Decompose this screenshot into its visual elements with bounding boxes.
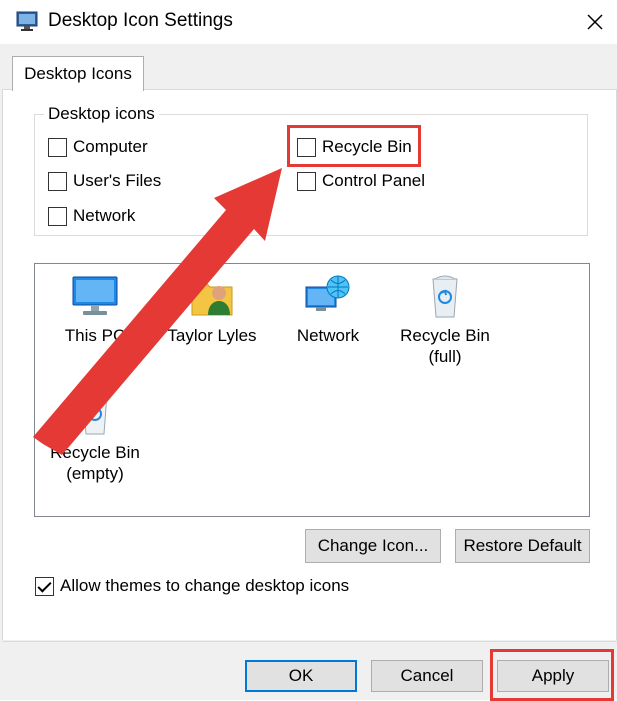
checkbox-network[interactable]: Network <box>48 206 135 226</box>
recycle-bin-highlight-box <box>287 125 421 167</box>
icon-item-network[interactable]: Network <box>273 273 383 346</box>
icon-item-recycle-bin-empty[interactable]: Recycle Bin (empty) <box>40 390 150 484</box>
close-icon <box>587 14 603 30</box>
icon-item-recycle-bin-full[interactable]: Recycle Bin (full) <box>390 273 500 367</box>
checkbox-computer[interactable]: Computer <box>48 137 148 157</box>
checkbox-label: Control Panel <box>322 171 426 190</box>
checkbox-box[interactable] <box>48 171 67 191</box>
icon-label: Taylor Lyles <box>167 326 257 345</box>
checkbox-box[interactable] <box>48 206 67 226</box>
user-folder-icon <box>191 282 233 316</box>
checkbox-box[interactable] <box>48 137 67 157</box>
apply-highlight-box <box>490 649 614 701</box>
icon-label: This PC <box>64 326 126 345</box>
checkbox-box[interactable] <box>35 576 54 596</box>
title-bar: Desktop Icon Settings <box>0 0 617 44</box>
tab-desktop-icons[interactable]: Desktop Icons <box>12 56 144 91</box>
recycle-bin-empty-icon <box>82 393 108 435</box>
icon-label: Network <box>296 326 360 345</box>
checkbox-label: Computer <box>73 137 148 156</box>
icon-label: Recycle Bin (full) <box>400 326 490 366</box>
cancel-button[interactable]: Cancel <box>371 660 483 692</box>
checkbox-box[interactable] <box>297 171 316 191</box>
icon-item-this-pc[interactable]: This PC <box>40 273 150 346</box>
network-globe-icon <box>305 275 350 311</box>
checkbox-allow-themes[interactable]: Allow themes to change desktop icons <box>35 576 349 596</box>
footer-separator <box>0 640 617 641</box>
icon-item-user-folder[interactable]: Taylor Lyles <box>157 273 267 346</box>
checkbox-label: Network <box>73 206 136 225</box>
close-button[interactable] <box>578 6 612 38</box>
icon-label: Recycle Bin (empty) <box>50 443 140 483</box>
group-label: Desktop icons <box>44 104 159 124</box>
monitor-icon <box>72 276 118 315</box>
checkbox-label: Allow themes to change desktop icons <box>60 576 350 595</box>
checkbox-users-files[interactable]: User's Files <box>48 171 161 191</box>
change-icon-button[interactable]: Change Icon... <box>305 529 441 563</box>
checkbox-control-panel[interactable]: Control Panel <box>297 171 425 191</box>
restore-default-button[interactable]: Restore Default <box>455 529 590 563</box>
checkbox-label: User's Files <box>73 171 162 190</box>
desktop-settings-icon <box>16 10 38 32</box>
window-title: Desktop Icon Settings <box>48 10 233 31</box>
recycle-bin-full-icon <box>432 275 458 318</box>
ok-button[interactable]: OK <box>245 660 357 692</box>
